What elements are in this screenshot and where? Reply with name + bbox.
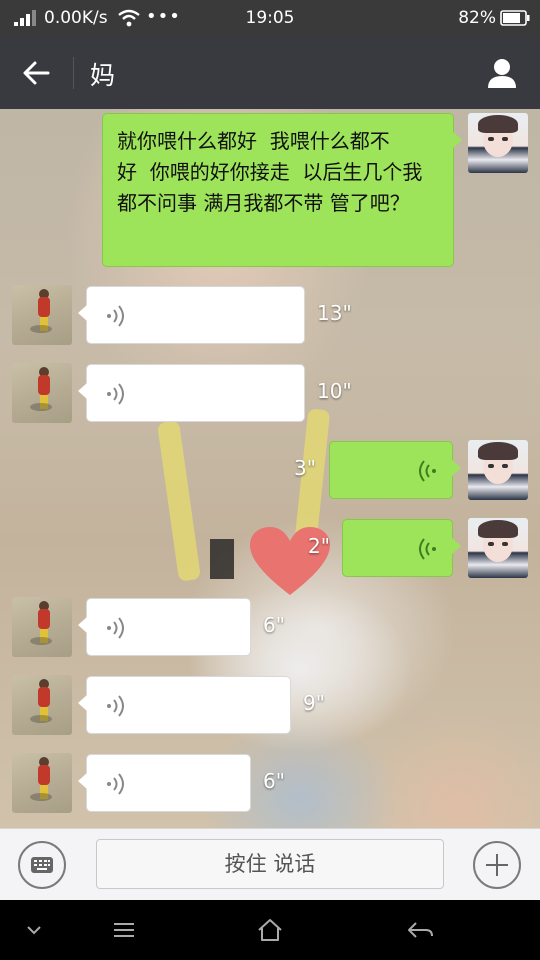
- input-bar: 按住 说话: [0, 828, 540, 900]
- return-icon: [408, 922, 433, 938]
- my-avatar[interactable]: [468, 518, 528, 578]
- back-button[interactable]: [14, 53, 58, 93]
- contact-avatar[interactable]: [12, 675, 72, 735]
- arrow-left-icon: [23, 61, 50, 85]
- hide-nav-button[interactable]: [18, 916, 50, 944]
- battery-icon: [500, 10, 530, 26]
- person-icon: [488, 59, 516, 88]
- voice-message-bubble[interactable]: [78, 754, 251, 812]
- background-decoration: [210, 539, 234, 579]
- voice-icon: [107, 773, 124, 795]
- chat-title: 妈: [90, 61, 116, 90]
- voice-duration: 2": [308, 534, 330, 558]
- voice-duration: 13": [317, 301, 352, 325]
- voice-duration: 10": [317, 379, 352, 403]
- status-bar: 0.00K/s ••• 19:05 82%: [0, 0, 540, 37]
- voice-icon: [419, 460, 436, 482]
- voice-icon: [107, 695, 124, 717]
- voice-message-bubble[interactable]: [329, 441, 461, 499]
- voice-message-bubble[interactable]: [78, 598, 251, 656]
- voice-message-bubble[interactable]: [78, 286, 305, 344]
- voice-duration: 9": [303, 691, 325, 715]
- hold-to-talk-button[interactable]: 按住 说话: [96, 839, 444, 889]
- contact-avatar[interactable]: [12, 363, 72, 423]
- voice-icon: [419, 538, 436, 560]
- system-nav-bar: [0, 900, 540, 960]
- battery-percent: 82%: [458, 8, 496, 28]
- keyboard-icon: [31, 857, 53, 873]
- home-button[interactable]: [254, 916, 286, 944]
- more-options-button[interactable]: [473, 841, 521, 889]
- menu-button[interactable]: [108, 916, 140, 944]
- voice-icon: [107, 305, 124, 327]
- home-icon: [258, 919, 282, 941]
- my-avatar[interactable]: [468, 113, 528, 173]
- nav-back-button[interactable]: [404, 916, 436, 944]
- chevron-down-icon: [27, 926, 41, 935]
- message-text: 就你喂什么都好 我喂什么都不好 你喂的好你接走 以后生几个我都不问事 满月我都不…: [117, 129, 423, 215]
- voice-message-bubble[interactable]: [78, 676, 291, 734]
- voice-duration: 3": [294, 456, 316, 480]
- my-avatar[interactable]: [468, 440, 528, 500]
- background-decoration: [156, 420, 202, 582]
- keyboard-toggle-button[interactable]: [18, 841, 66, 889]
- chat-info-button[interactable]: [482, 53, 522, 93]
- contact-avatar[interactable]: [12, 753, 72, 813]
- header-divider: [73, 57, 74, 89]
- voice-message-bubble[interactable]: [78, 364, 305, 422]
- contact-avatar[interactable]: [12, 285, 72, 345]
- voice-icon: [107, 383, 124, 405]
- voice-message-bubble[interactable]: [342, 519, 461, 577]
- chat-header: 妈: [0, 37, 540, 109]
- voice-icon: [107, 617, 124, 639]
- contact-avatar[interactable]: [12, 597, 72, 657]
- voice-duration: 6": [263, 769, 285, 793]
- voice-duration: 6": [263, 613, 285, 637]
- menu-icon: [114, 923, 134, 937]
- text-message-bubble[interactable]: 就你喂什么都好 我喂什么都不好 你喂的好你接走 以后生几个我都不问事 满月我都不…: [102, 113, 462, 267]
- chat-messages[interactable]: 就你喂什么都好 我喂什么都不好 你喂的好你接走 以后生几个我都不问事 满月我都不…: [0, 109, 540, 828]
